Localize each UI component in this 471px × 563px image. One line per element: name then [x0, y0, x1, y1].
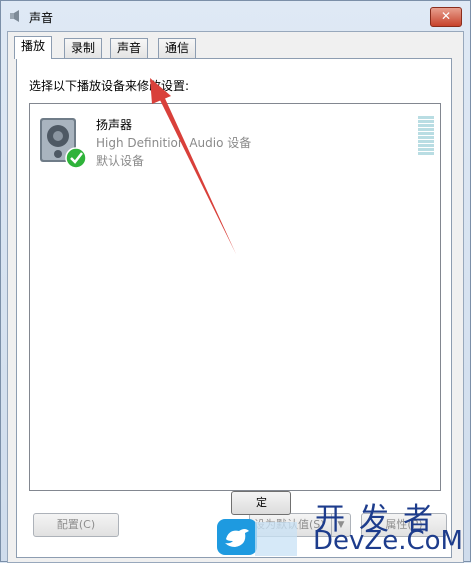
check-icon: [65, 147, 87, 169]
close-icon: ✕: [440, 9, 452, 23]
device-name: 扬声器: [96, 118, 133, 132]
close-button[interactable]: ✕: [430, 7, 462, 27]
watermark-english: DevZe.CoM: [313, 526, 463, 556]
tab-recording[interactable]: 录制: [64, 38, 103, 58]
device-list[interactable]: 扬声器 High Definition Audio 设备 默认设备: [29, 103, 441, 491]
speaker-icon: [10, 10, 19, 22]
dialog-client-area: 播放 录制 声音 通信 选择以下播放设备来修改设置: 扬声器 High Defi…: [7, 31, 464, 563]
tab-communications[interactable]: 通信: [158, 38, 197, 58]
device-status: 默认设备: [96, 154, 145, 168]
device-description: High Definition Audio 设备: [96, 136, 252, 150]
title-bar[interactable]: 声音 ✕: [1, 1, 470, 31]
twitter-bird-icon: [217, 519, 257, 555]
tab-sounds[interactable]: 声音: [110, 38, 149, 58]
ok-button[interactable]: 定: [231, 491, 291, 515]
volume-level-meter: [418, 116, 434, 158]
window-title: 声音: [29, 11, 54, 25]
tab-playback[interactable]: 播放: [14, 36, 53, 59]
configure-button[interactable]: 配置(C): [33, 513, 119, 537]
playback-panel: 选择以下播放设备来修改设置: 扬声器 High Definition Audio…: [16, 58, 452, 558]
instruction-text: 选择以下播放设备来修改设置:: [29, 79, 190, 93]
sound-dialog-window: 声音 ✕ 播放 录制 声音 通信 选择以下播放设备来修改设置: 扬声器 High…: [0, 0, 471, 563]
speaker-icon: [40, 118, 87, 169]
watermark-overlay: [255, 522, 297, 556]
